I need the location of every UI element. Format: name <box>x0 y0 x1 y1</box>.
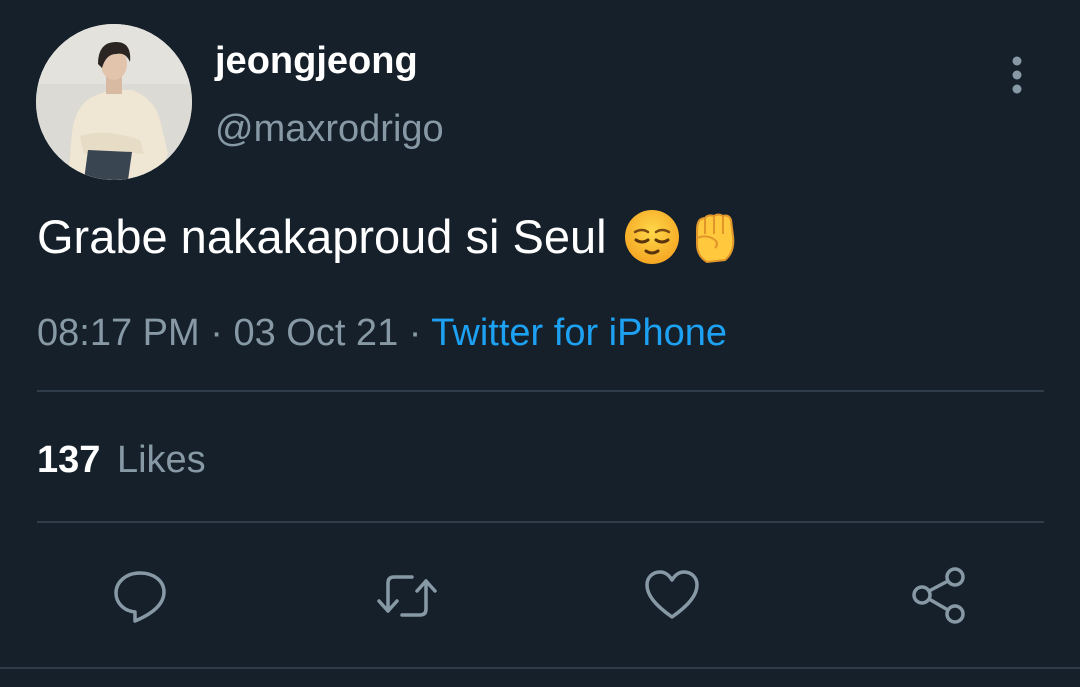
relieved-face-emoji <box>623 208 681 266</box>
user-handle[interactable]: @maxrodrigo <box>215 104 444 154</box>
likes-label: Likes <box>116 439 206 481</box>
avatar[interactable] <box>36 24 192 180</box>
vertical-ellipsis-icon <box>1012 56 1022 94</box>
like-icon <box>645 570 699 619</box>
reply-icon <box>114 571 166 623</box>
likes-count: 137 <box>37 439 101 481</box>
reply-button[interactable] <box>109 565 171 627</box>
likes-stat[interactable]: 137 Likes <box>37 435 206 485</box>
raised-fist-emoji <box>685 208 743 266</box>
tweet-date: 03 Oct 21 <box>233 312 399 354</box>
share-button[interactable] <box>908 565 970 627</box>
tweet-time: 08:17 PM <box>37 312 200 354</box>
meta-separator: · <box>210 312 223 354</box>
avatar-image <box>36 24 192 180</box>
retweet-icon <box>377 575 437 617</box>
meta-separator: · <box>408 312 422 354</box>
divider <box>0 667 1080 669</box>
share-icon <box>912 567 965 624</box>
retweet-button[interactable] <box>374 565 437 627</box>
like-button[interactable] <box>641 565 703 627</box>
more-options-button[interactable] <box>998 52 1038 98</box>
divider <box>37 521 1044 523</box>
divider <box>37 390 1044 392</box>
tweet-source-link[interactable]: Twitter for iPhone <box>431 312 727 354</box>
tweet-text-content: Grabe nakakaproud si Seul <box>37 210 607 263</box>
tweet-meta: 08:17 PM · 03 Oct 21 · Twitter for iPhon… <box>37 308 727 358</box>
tweet-text: Grabe nakakaproud si Seul <box>37 204 743 270</box>
display-name[interactable]: jeongjeong <box>215 36 418 86</box>
